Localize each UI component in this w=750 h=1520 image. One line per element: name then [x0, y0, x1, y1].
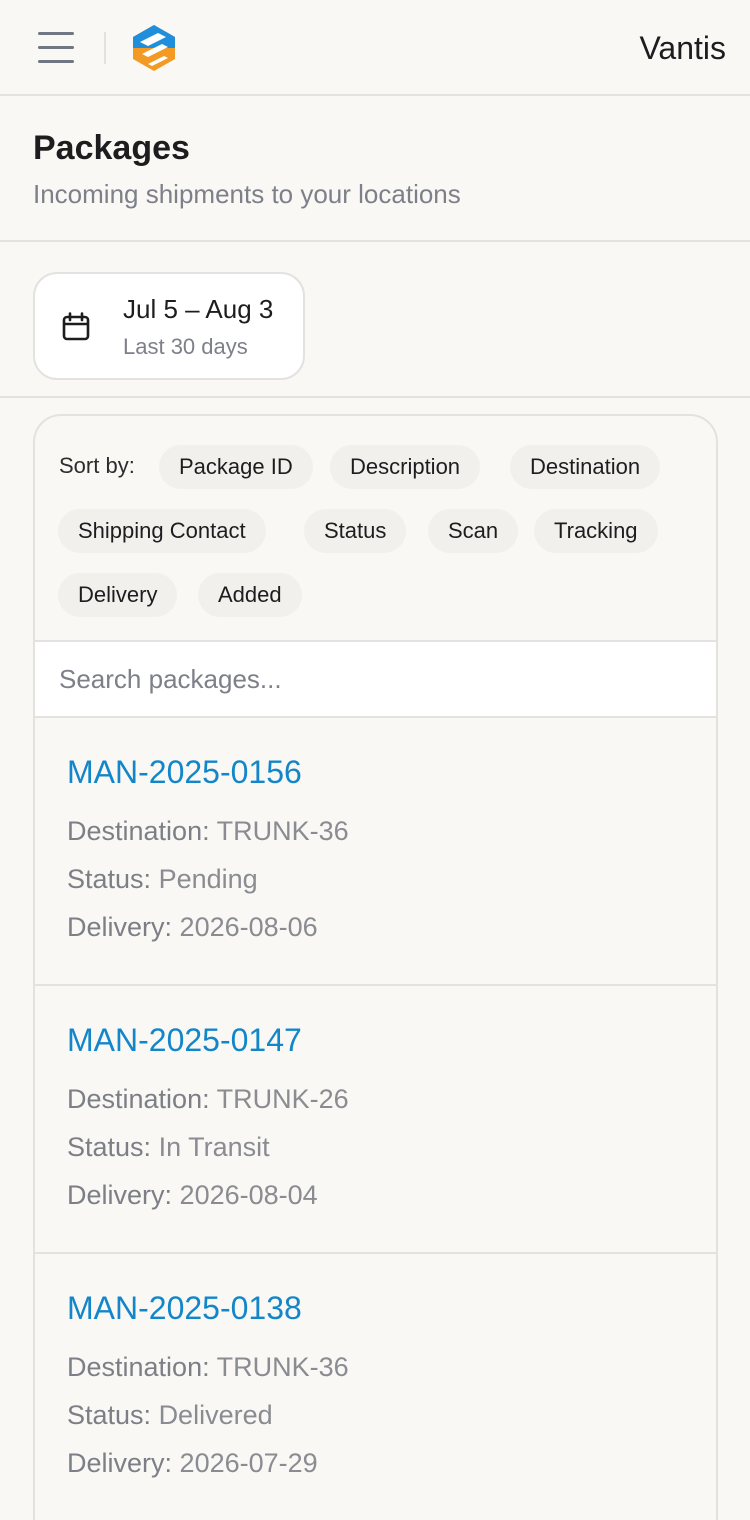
sort-chip-description[interactable]: Description — [330, 445, 481, 489]
destination-value: TRUNK-26 — [216, 1084, 349, 1114]
delivery-key: Delivery: — [67, 1180, 173, 1210]
destination-value: TRUNK-36 — [216, 1352, 349, 1382]
sort-chip-package-id[interactable]: Package ID — [159, 445, 313, 489]
delivery-value: 2026-08-04 — [179, 1180, 318, 1210]
top-bar: Vantis — [0, 0, 750, 96]
delivery-value: 2026-08-06 — [179, 912, 318, 942]
package-id-link[interactable]: MAN-2025-0156 — [67, 752, 302, 792]
package-card: MAN-2025-0147 Destination: TRUNK-26 Stat… — [35, 986, 716, 1254]
destination-key: Destination: — [67, 816, 210, 846]
header-divider — [104, 32, 106, 64]
package-status: Status: In Transit — [67, 1130, 270, 1164]
sort-bar: Sort by: Package ID Description Destinat… — [35, 416, 716, 642]
destination-value: TRUNK-36 — [216, 816, 349, 846]
filter-area: Jul 5 – Aug 3 Last 30 days — [0, 242, 750, 398]
page-title: Packages — [33, 129, 190, 167]
destination-key: Destination: — [67, 1352, 210, 1382]
page-subtitle: Incoming shipments to your locations — [33, 179, 461, 209]
calendar-icon — [62, 312, 90, 341]
date-range-button[interactable]: Jul 5 – Aug 3 Last 30 days — [33, 272, 305, 380]
package-id-link[interactable]: MAN-2025-0138 — [67, 1288, 302, 1328]
package-destination: Destination: TRUNK-36 — [67, 814, 349, 848]
delivery-key: Delivery: — [67, 912, 173, 942]
status-key: Status: — [67, 1400, 152, 1430]
packages-panel: Sort by: Package ID Description Destinat… — [33, 414, 718, 1520]
package-status: Status: Delivered — [67, 1398, 273, 1432]
sort-chip-added[interactable]: Added — [198, 573, 302, 617]
package-card: MAN-2025-0138 Destination: TRUNK-36 Stat… — [35, 1254, 716, 1520]
package-destination: Destination: TRUNK-26 — [67, 1082, 349, 1116]
page-header: Packages Incoming shipments to your loca… — [0, 96, 750, 242]
hamburger-menu-icon[interactable] — [36, 30, 76, 66]
package-card: MAN-2025-0156 Destination: TRUNK-36 Stat… — [35, 718, 716, 986]
date-range-label: Last 30 days — [123, 334, 248, 359]
search-row — [35, 642, 716, 718]
package-status: Status: Pending — [67, 862, 258, 896]
sort-chip-tracking[interactable]: Tracking — [534, 509, 658, 553]
search-input[interactable] — [35, 642, 716, 716]
status-key: Status: — [67, 1132, 152, 1162]
date-range-value: Jul 5 – Aug 3 — [123, 294, 274, 324]
sort-chip-shipping-contact[interactable]: Shipping Contact — [58, 509, 266, 553]
sort-chip-destination[interactable]: Destination — [510, 445, 661, 489]
package-destination: Destination: TRUNK-36 — [67, 1350, 349, 1384]
status-value: Delivered — [158, 1400, 273, 1430]
sort-label: Sort by: — [59, 453, 135, 478]
status-key: Status: — [67, 864, 152, 894]
delivery-key: Delivery: — [67, 1448, 173, 1478]
brand-name: Vantis — [639, 30, 726, 66]
status-value: In Transit — [158, 1132, 270, 1162]
package-id-link[interactable]: MAN-2025-0147 — [67, 1020, 302, 1060]
sort-chip-delivery[interactable]: Delivery — [58, 573, 178, 617]
vantis-logo[interactable] — [128, 22, 180, 74]
delivery-value: 2026-07-29 — [179, 1448, 318, 1478]
destination-key: Destination: — [67, 1084, 210, 1114]
sort-chip-status[interactable]: Status — [304, 509, 407, 553]
sort-chip-scan[interactable]: Scan — [428, 509, 519, 553]
package-delivery: Delivery: 2026-08-04 — [67, 1178, 318, 1212]
package-delivery: Delivery: 2026-07-29 — [67, 1446, 318, 1480]
package-delivery: Delivery: 2026-08-06 — [67, 910, 318, 944]
status-value: Pending — [158, 864, 258, 894]
